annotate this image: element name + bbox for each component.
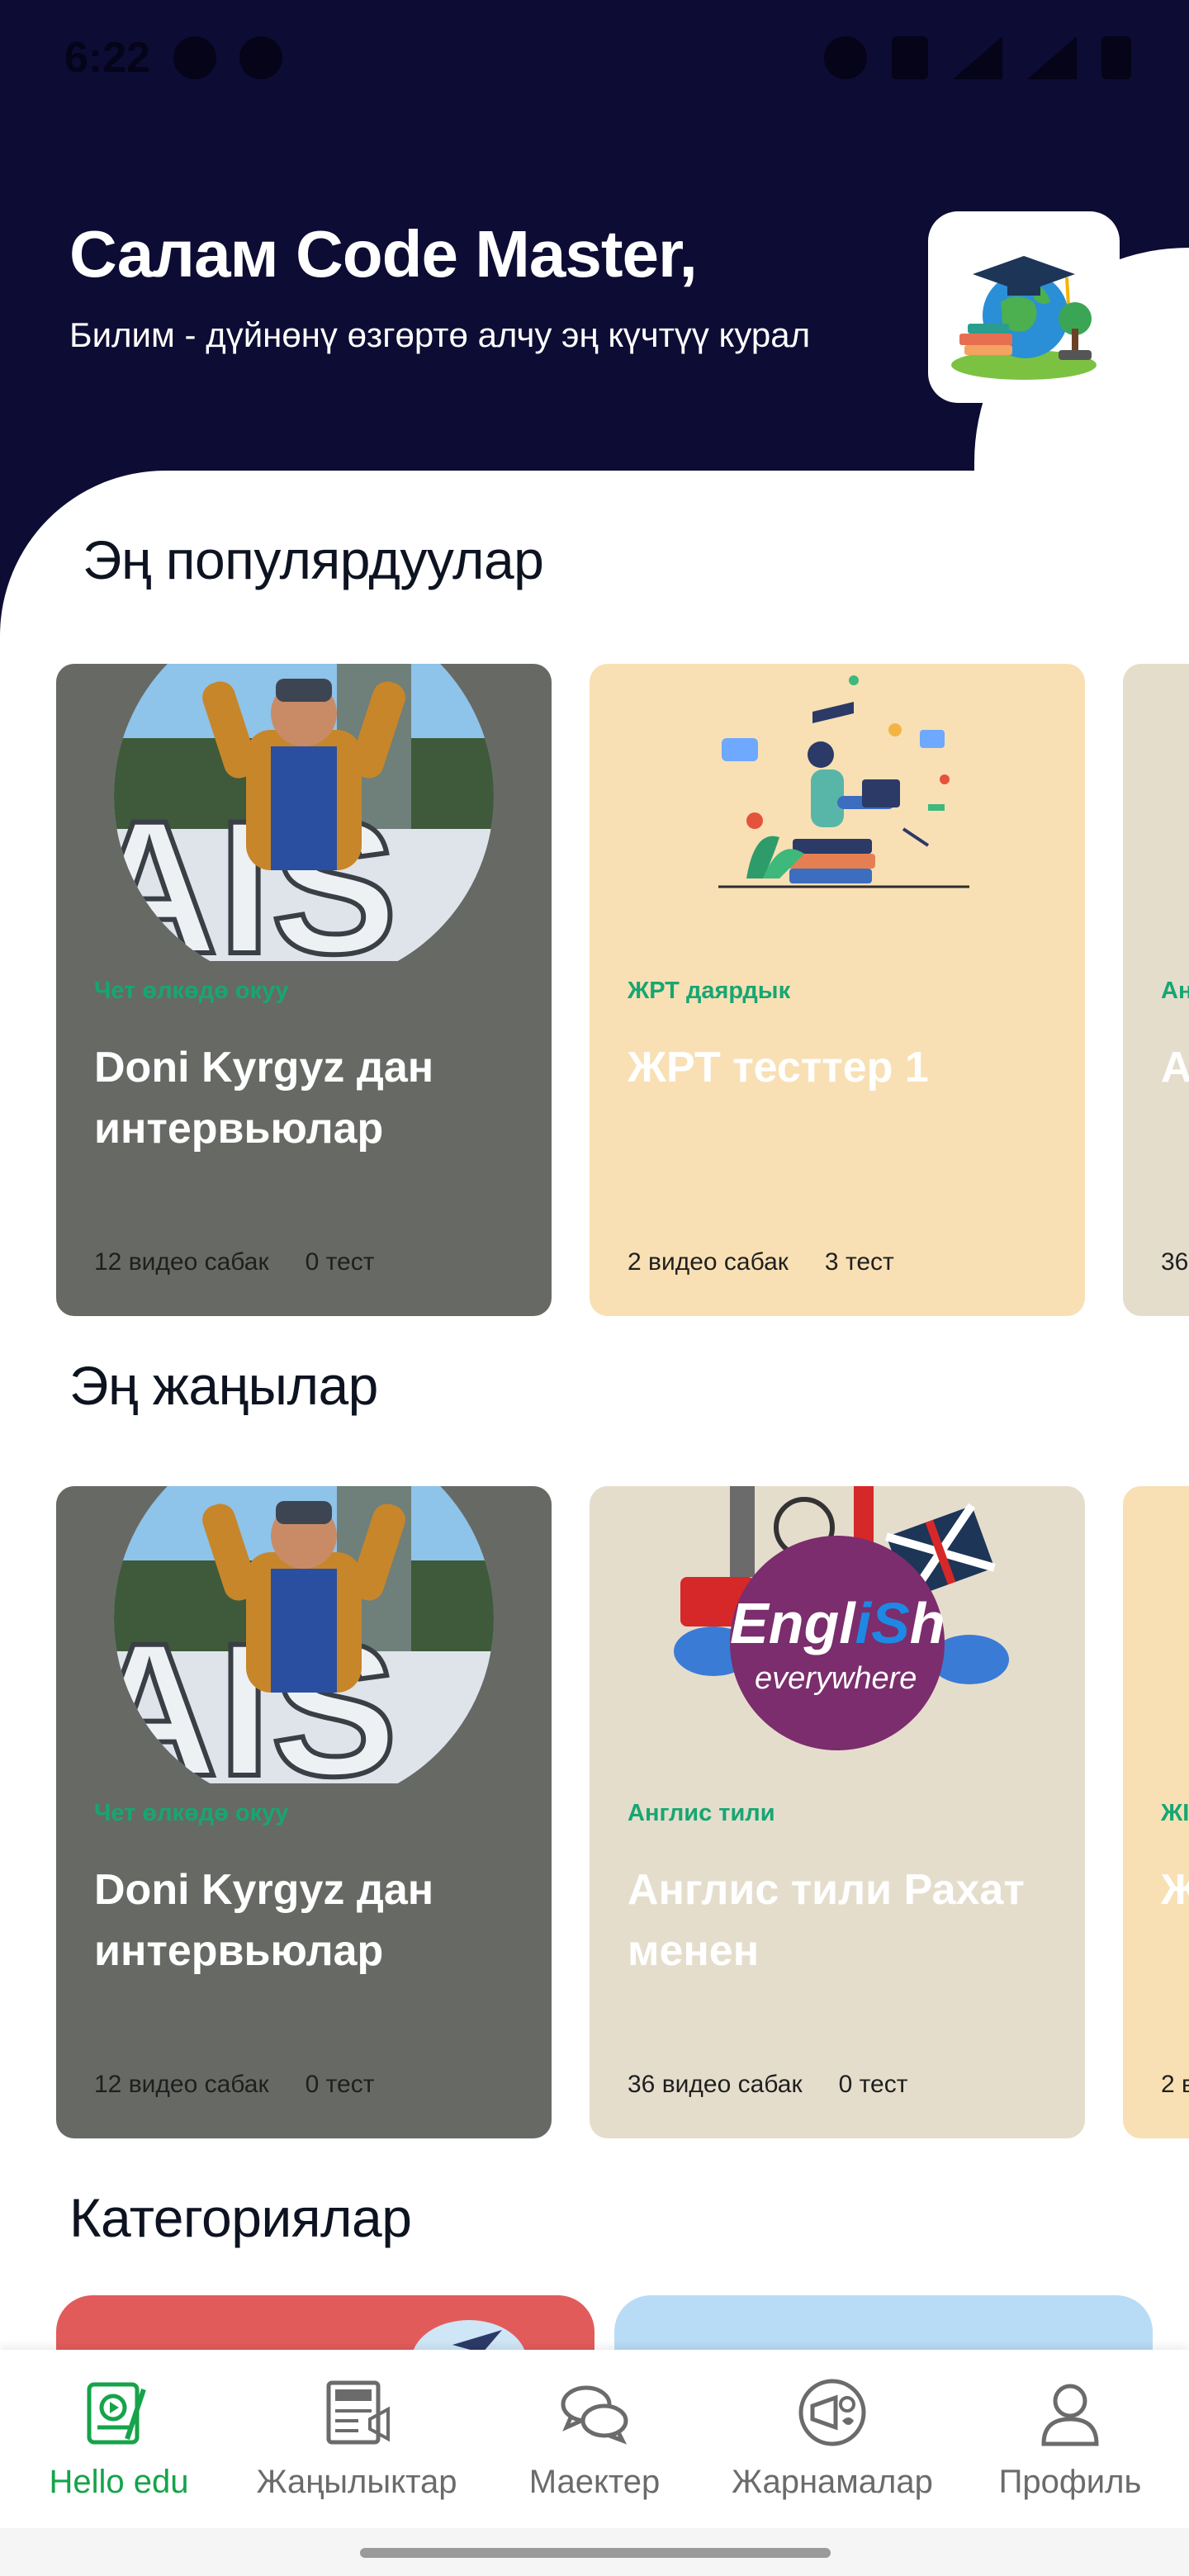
course-card[interactable]: ЖРТ даярдык ЖРТ тесттер 1 2 видео сабак … (590, 664, 1085, 1316)
app-logo[interactable] (928, 211, 1120, 403)
course-title: ЖРТ тесттер 1 (628, 1044, 929, 1091)
course-video-count: 36 (1161, 1248, 1189, 1276)
section-title-popular: Эң популярдуулар (83, 529, 544, 590)
course-test-count: 0 тест (838, 2071, 908, 2098)
nav-hello-edu[interactable]: Hello edu (0, 2350, 238, 2528)
nav-ads[interactable]: Жарнамалар (713, 2350, 951, 2528)
nav-profile[interactable]: Профиль (951, 2350, 1189, 2528)
course-title: Англис тили Рахат менен (628, 1866, 1025, 1975)
alarm-icon (824, 36, 867, 79)
bottom-navigation: Hello edu Жаңылыктар Маектер Жарнамалар (0, 2350, 1189, 2528)
status-bar: 6:22 (0, 0, 1189, 116)
course-title: Ж (1161, 1866, 1189, 1914)
profile-icon (1041, 2384, 1099, 2446)
graduation-globe-icon (951, 256, 1097, 380)
nav-label: Маектер (528, 2464, 661, 2500)
svg-text:EngliSh: EngliSh (730, 1591, 945, 1655)
nfc-icon (892, 36, 928, 79)
course-card[interactable]: AIS Чет өлкөдө окуу Doni Kyrgyz дан инте… (56, 664, 552, 1316)
chat-icon (561, 2385, 628, 2445)
course-title: Doni Kyrgyz дан интервьюлар (94, 1044, 434, 1153)
course-video-count: 2 в (1161, 2071, 1189, 2098)
nav-label: Профиль (998, 2464, 1142, 2500)
course-card[interactable]: AIS Чет өлкөдө окуу Doni Kyrgyz дан инте… (56, 1486, 552, 2138)
course-category: Чет өлкөдө окуу (94, 978, 289, 1004)
news-icon (326, 2380, 390, 2445)
course-category: ЖІ (1161, 1800, 1189, 1826)
course-title: А м (1161, 1044, 1189, 1091)
course-category: Чет өлкөдө окуу (94, 1800, 289, 1826)
course-video-count: 2 видео сабак (628, 1248, 789, 1276)
section-title-newest: Эң жаңылар (69, 1355, 378, 1416)
nav-news[interactable]: Жаңылыктар (238, 2350, 476, 2528)
course-category: ЖРТ даярдык (628, 978, 791, 1004)
course-video-count: 36 видео сабак (628, 2071, 803, 2098)
app-notification-icon (239, 36, 283, 79)
course-card[interactable]: Ан А м 36 (1123, 664, 1189, 1316)
course-test-count: 0 тест (305, 1248, 375, 1276)
nav-label: Hello edu (49, 2464, 189, 2500)
course-category: Англис тили (628, 1800, 775, 1826)
course-meta: 2 в (1161, 2071, 1189, 2099)
newest-course-row[interactable]: AIS Чет өлкөдө окуу Doni Kyrgyz дан инте… (56, 1486, 1189, 2138)
course-photo: AIS (114, 1486, 494, 1783)
course-meta: 36 видео сабак 0 тест (628, 2071, 907, 2099)
english-logo-text-end: h (910, 1591, 945, 1655)
megaphone-icon (798, 2379, 866, 2446)
english-logo-text: Engl (730, 1591, 856, 1655)
course-video-count: 12 видео сабак (94, 2071, 269, 2098)
status-time: 6:22 (64, 34, 151, 82)
telegram-icon (173, 36, 217, 79)
course-meta: 12 видео сабак 0 тест (94, 1248, 374, 1276)
cellular-signal-icon (953, 36, 1002, 79)
gesture-handle[interactable] (360, 2548, 831, 2558)
section-title-categories: Категориялар (69, 2187, 412, 2248)
nav-label: Жарнамалар (732, 2464, 933, 2500)
home-course-icon (87, 2382, 146, 2445)
nav-label: Жаңылыктар (256, 2464, 457, 2500)
course-title: Doni Kyrgyz дан интервьюлар (94, 1866, 434, 1975)
nav-chats[interactable]: Маектер (476, 2350, 713, 2528)
greeting-subtitle: Билим - дүйнөнү өзгөртө алчу эң күчтүү к… (69, 315, 811, 354)
course-test-count: 3 тест (824, 1248, 894, 1276)
popular-course-row[interactable]: AIS Чет өлкөдө окуу Doni Kyrgyz дан инте… (56, 664, 1189, 1316)
cellular-signal-2-icon (1027, 36, 1077, 79)
course-illustration (718, 675, 969, 888)
battery-icon (1101, 36, 1131, 79)
english-logo-accent: iS (855, 1591, 910, 1655)
english-logo-subtext: everywhere (755, 1661, 917, 1696)
english-everywhere-logo: EngliSh everywhere (674, 1486, 1009, 1750)
course-meta: 12 видео сабак 0 тест (94, 2071, 374, 2099)
greeting-title: Салам Code Master, (69, 217, 698, 291)
course-video-count: 12 видео сабак (94, 1248, 269, 1276)
course-test-count: 0 тест (305, 2071, 375, 2098)
course-photo: AIS (114, 664, 494, 961)
course-category: Ан (1161, 978, 1189, 1004)
course-card[interactable]: EngliSh everywhere Англис тили Англис ти… (590, 1486, 1085, 2138)
course-meta: 36 (1161, 1248, 1188, 1276)
course-card[interactable]: ЖІ Ж 2 в (1123, 1486, 1189, 2138)
course-meta: 2 видео сабак 3 тест (628, 1248, 894, 1276)
